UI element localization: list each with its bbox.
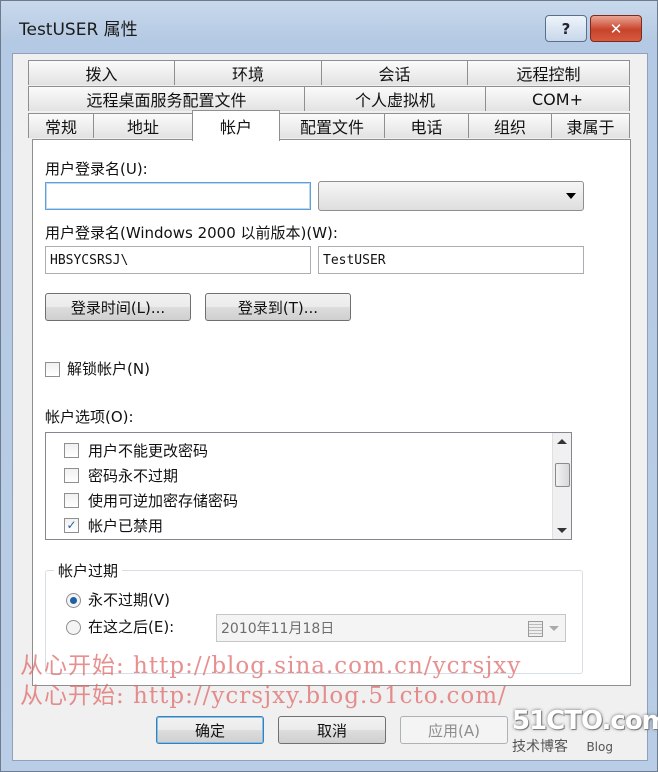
- tab-com-plus[interactable]: COM+: [485, 86, 630, 111]
- scroll-down-icon[interactable]: [557, 528, 567, 533]
- logo-subtitle-row: 技术博客 Blog: [512, 736, 652, 756]
- option-checkbox[interactable]: [64, 443, 79, 458]
- expiry-date-picker[interactable]: 2010年11月18日: [216, 614, 566, 642]
- title-bar[interactable]: TestUSER 属性 ? ✕: [1, 1, 657, 45]
- tab-profile[interactable]: 配置文件: [279, 113, 385, 138]
- scroll-thumb[interactable]: [555, 463, 570, 487]
- ok-button[interactable]: 确定: [156, 716, 264, 744]
- list-item[interactable]: 密码永不过期: [64, 464, 544, 486]
- chevron-down-icon: [549, 626, 559, 631]
- option-label: 使用可逆加密存储密码: [88, 492, 239, 510]
- list-item[interactable]: ✓ 帐户已禁用: [64, 514, 544, 536]
- calendar-icon: [528, 621, 543, 637]
- list-item[interactable]: 用户不能更改密码: [64, 439, 544, 461]
- tab-address[interactable]: 地址: [93, 113, 193, 138]
- apply-button[interactable]: 应用(A): [400, 716, 508, 744]
- tab-member-of[interactable]: 隶属于: [551, 113, 630, 138]
- logon-to-button[interactable]: 登录到(T)...: [205, 293, 351, 321]
- end-of-radio[interactable]: [66, 620, 81, 635]
- logon-hours-button[interactable]: 登录时间(L)...: [45, 293, 191, 321]
- account-options-label: 帐户选项(O):: [45, 408, 134, 426]
- domain-field: HBSYCSRSJ\: [45, 246, 311, 274]
- upn-suffix-dropdown[interactable]: [318, 181, 584, 211]
- never-expires-radio[interactable]: [66, 593, 81, 608]
- logon-name-input[interactable]: [45, 182, 311, 210]
- account-options-list[interactable]: 用户不能更改密码 密码永不过期 使用可逆加密存储密码 ✓ 帐户已禁用: [45, 432, 572, 540]
- account-panel: 用户登录名(U): 用户登录名(Windows 2000 以前版本)(W): H…: [32, 139, 631, 686]
- tab-rds-profile[interactable]: 远程桌面服务配置文件: [28, 86, 305, 111]
- blog-logo: 51CTO.com 技术博客 Blog: [512, 706, 658, 764]
- logon-name-label: 用户登录名(U):: [45, 160, 148, 178]
- option-label: 帐户已禁用: [88, 517, 164, 535]
- pre2000-logon-label: 用户登录名(Windows 2000 以前版本)(W):: [45, 224, 338, 242]
- tab-personal-vm[interactable]: 个人虚拟机: [304, 86, 486, 111]
- tab-dialin[interactable]: 拨入: [28, 60, 175, 85]
- expiry-date-value: 2010年11月18日: [221, 621, 335, 637]
- unlock-account-label: 解锁帐户(N): [67, 360, 150, 378]
- logo-title: 51CTO.com: [512, 706, 658, 736]
- tab-row-1: 拨入 环境 会话 远程控制: [28, 60, 633, 86]
- option-label: 密码永不过期: [88, 467, 179, 485]
- pre2000-username-input[interactable]: TestUSER: [318, 246, 584, 274]
- tab-sessions[interactable]: 会话: [321, 60, 468, 85]
- tab-telephones[interactable]: 电话: [384, 113, 469, 138]
- help-icon: ?: [561, 19, 571, 38]
- scroll-up-icon[interactable]: [557, 439, 567, 444]
- close-icon: ✕: [609, 19, 623, 38]
- logo-subtitle: 技术博客: [512, 739, 568, 755]
- option-checkbox[interactable]: [64, 493, 79, 508]
- tab-row-2: 远程桌面服务配置文件 个人虚拟机 COM+: [28, 86, 633, 112]
- option-checkbox[interactable]: [64, 468, 79, 483]
- watermark-line-1: 从心开始: http://blog.sina.com.cn/ycrsjxy: [20, 653, 522, 679]
- window-title: TestUSER 属性: [19, 20, 138, 40]
- never-expires-label: 永不过期(V): [88, 591, 170, 609]
- tab-general[interactable]: 常规: [28, 113, 94, 138]
- cancel-button[interactable]: 取消: [278, 716, 386, 744]
- logo-tag: Blog: [586, 740, 613, 754]
- chevron-down-icon: [566, 193, 576, 199]
- tab-environment[interactable]: 环境: [174, 60, 322, 85]
- end-of-label: 在这之后(E):: [88, 618, 175, 636]
- tab-remote-control[interactable]: 远程控制: [467, 60, 630, 85]
- list-item[interactable]: 使用可逆加密存储密码: [64, 489, 544, 511]
- option-label: 用户不能更改密码: [88, 442, 209, 460]
- close-button[interactable]: ✕: [590, 15, 642, 42]
- watermark-line-2: 从心开始: http://ycrsjxy.blog.51cto.com/: [20, 683, 507, 709]
- help-button[interactable]: ?: [545, 15, 587, 42]
- checkmark-icon[interactable]: ✓: [64, 518, 79, 533]
- account-expires-title: 帐户过期: [54, 560, 123, 581]
- options-scrollbar[interactable]: [552, 433, 571, 539]
- tab-row-3: 常规 地址 帐户 配置文件 电话 组织 隶属于: [28, 110, 633, 141]
- unlock-account-checkbox[interactable]: [45, 362, 60, 377]
- tab-account[interactable]: 帐户: [192, 110, 280, 141]
- tab-organization[interactable]: 组织: [468, 113, 552, 138]
